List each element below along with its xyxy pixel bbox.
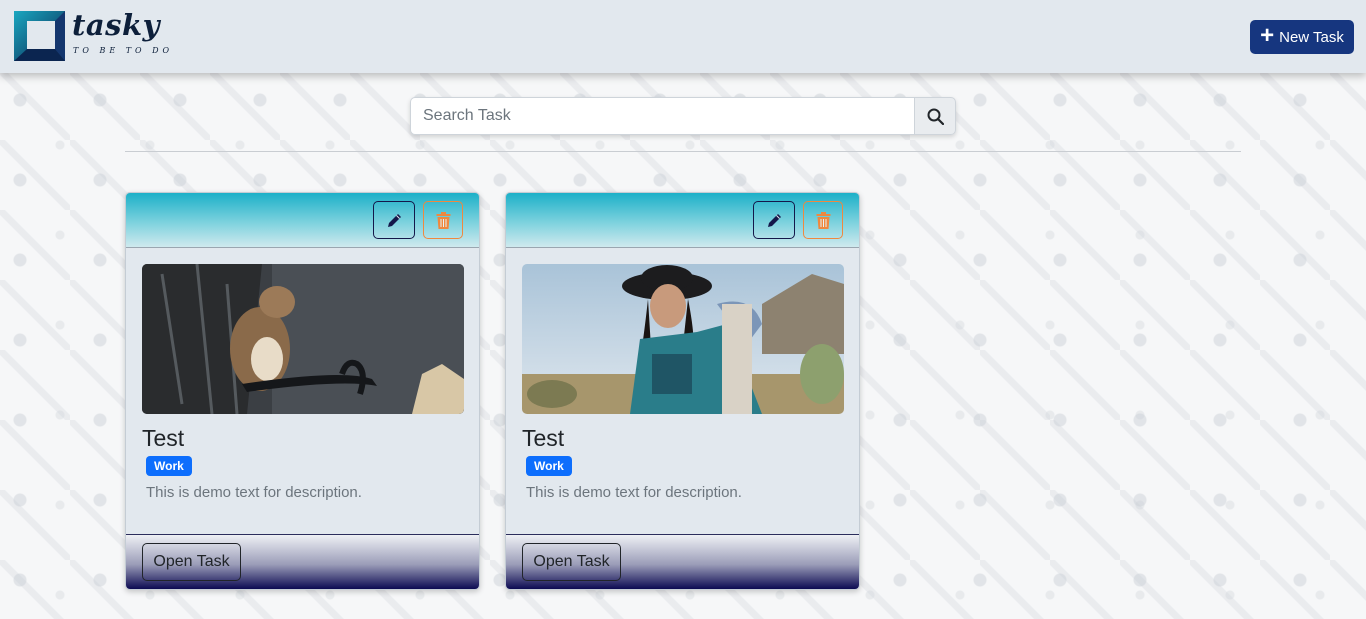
search-icon	[927, 108, 944, 125]
delete-button[interactable]	[423, 201, 463, 239]
card-description: This is demo text for description.	[146, 484, 362, 501]
task-card: Test Work This is demo text for descript…	[505, 192, 860, 590]
navbar: tasky TO BE TO DO + New Task	[0, 0, 1366, 73]
search-bar	[410, 97, 956, 135]
tag-badge: Work	[526, 456, 572, 476]
task-card: Test Work This is demo text for descript…	[125, 192, 480, 590]
pencil-icon	[387, 213, 401, 227]
card-header	[506, 193, 859, 248]
card-description: This is demo text for description.	[526, 484, 742, 501]
delete-button[interactable]	[803, 201, 843, 239]
brand-tagline: TO BE TO DO	[73, 46, 174, 55]
edit-button[interactable]	[753, 201, 795, 239]
card-title: Test	[142, 425, 185, 451]
squirrel-photo	[142, 264, 464, 414]
card-footer: Open Task	[506, 534, 859, 589]
woman-in-hat-photo	[522, 264, 844, 414]
new-task-button[interactable]: + New Task	[1250, 20, 1354, 54]
search-button[interactable]	[914, 97, 956, 135]
logo-icon[interactable]	[14, 11, 65, 61]
plus-icon: +	[1260, 22, 1275, 49]
tag-badge: Work	[146, 456, 192, 476]
search-input[interactable]	[410, 97, 914, 135]
card-header	[126, 193, 479, 248]
edit-button[interactable]	[373, 201, 415, 239]
pencil-icon	[767, 213, 781, 227]
card-footer: Open Task	[126, 534, 479, 589]
trash-icon	[436, 211, 450, 229]
divider	[125, 151, 1241, 152]
card-title: Test	[522, 425, 565, 451]
open-task-button[interactable]: Open Task	[142, 543, 241, 581]
new-task-label: New Task	[1279, 28, 1344, 46]
trash-icon	[816, 211, 830, 229]
open-task-button[interactable]: Open Task	[522, 543, 621, 581]
brand-name: tasky	[72, 8, 160, 42]
